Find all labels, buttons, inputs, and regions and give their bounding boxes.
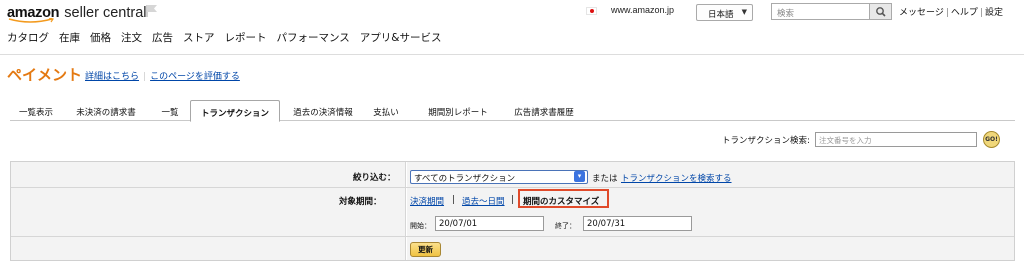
rate-page-link[interactable]: このページを評価する	[150, 72, 240, 82]
amazon-seller-central-logo[interactable]: amazon seller central	[7, 2, 147, 23]
start-date-input[interactable]: 20/07/01	[435, 216, 544, 231]
language-select[interactable]: 日本語 ▼	[696, 4, 753, 21]
amazon-smile-icon	[8, 18, 54, 23]
transaction-search-label: トランザクション検索:	[722, 136, 810, 146]
or-text: または	[592, 174, 618, 184]
page-title: ペイメント	[7, 66, 83, 84]
update-button[interactable]: 更新	[410, 242, 441, 257]
nav-stores[interactable]: ストア	[183, 32, 215, 44]
nav-inventory[interactable]: 在庫	[59, 32, 80, 44]
nav-apps-services[interactable]: アプリ&サービス	[360, 32, 442, 44]
nav-reports[interactable]: レポート	[225, 32, 267, 44]
past-days-link[interactable]: 過去〜日間	[462, 195, 505, 207]
filter-label: 絞り込む：	[353, 173, 396, 183]
nav-catalog[interactable]: カタログ	[7, 32, 49, 44]
end-date-label: 終了：	[555, 222, 576, 230]
nav-performance[interactable]: パフォーマンス	[277, 32, 350, 44]
tab-bar: 一覧表示 未決済の請求書 一覧 トランザクション 過去の決済情報 支払い 期間別…	[10, 100, 1015, 122]
tab-summary[interactable]: 一覧表示	[10, 101, 62, 121]
marketplace-domain: www.amazon.jp	[611, 5, 675, 15]
nav-advertising[interactable]: 広告	[152, 32, 173, 44]
transaction-type-select[interactable]: すべてのトランザクション ▾	[410, 170, 588, 184]
nav-orders[interactable]: 注文	[121, 32, 142, 44]
help-link[interactable]: ヘルプ	[951, 8, 978, 18]
details-link[interactable]: 詳細はこちら	[85, 72, 139, 82]
tab-ad-invoice-history[interactable]: 広告請求書履歴	[501, 101, 587, 121]
tab-date-range-reports[interactable]: 期間別レポート	[415, 101, 501, 121]
order-number-input[interactable]: 注文番号を入力	[815, 132, 977, 147]
japan-flag-icon	[586, 7, 597, 15]
end-date-input[interactable]: 20/07/31	[583, 216, 692, 231]
messages-link[interactable]: メッセージ	[899, 8, 944, 18]
feedback-flag-icon[interactable]	[145, 4, 159, 18]
start-date-label: 開始：	[410, 222, 431, 230]
tab-past-settlements[interactable]: 過去の決済情報	[282, 101, 364, 121]
tab-open-invoices[interactable]: 未決済の請求書	[62, 101, 150, 121]
tab-list[interactable]: 一覧	[150, 101, 190, 121]
period-label: 対象期間：	[339, 197, 382, 207]
title-links: 詳細はこちら | このページを評価する	[85, 72, 240, 82]
go-button[interactable]: GO!	[983, 131, 1000, 148]
settings-link[interactable]: 設定	[985, 8, 1003, 18]
search-icon	[876, 7, 886, 17]
chevron-down-icon: ▼	[741, 8, 747, 16]
header-search-input[interactable]: 検索	[771, 3, 870, 20]
language-value: 日本語	[708, 10, 734, 20]
nav-divider	[0, 54, 1024, 55]
header-links: メッセージ | ヘルプ | 設定	[899, 8, 1003, 18]
transaction-type-value: すべてのトランザクション	[414, 174, 516, 184]
main-nav: カタログ 在庫 価格 注文 広告 ストア レポート パフォーマンス アプリ&サービス	[7, 30, 451, 45]
tab-disbursements[interactable]: 支払い	[364, 101, 408, 121]
custom-period-option[interactable]: 期間のカスタマイズ	[523, 195, 599, 207]
search-transactions-link[interactable]: トランザクションを検索する	[621, 172, 732, 184]
nav-pricing[interactable]: 価格	[90, 32, 111, 44]
logo-product: seller central	[64, 5, 147, 21]
chevron-down-icon: ▾	[574, 171, 585, 182]
search-button[interactable]	[870, 3, 892, 20]
tab-transactions[interactable]: トランザクション	[190, 100, 280, 122]
settlement-period-link[interactable]: 決済期間	[410, 195, 444, 207]
